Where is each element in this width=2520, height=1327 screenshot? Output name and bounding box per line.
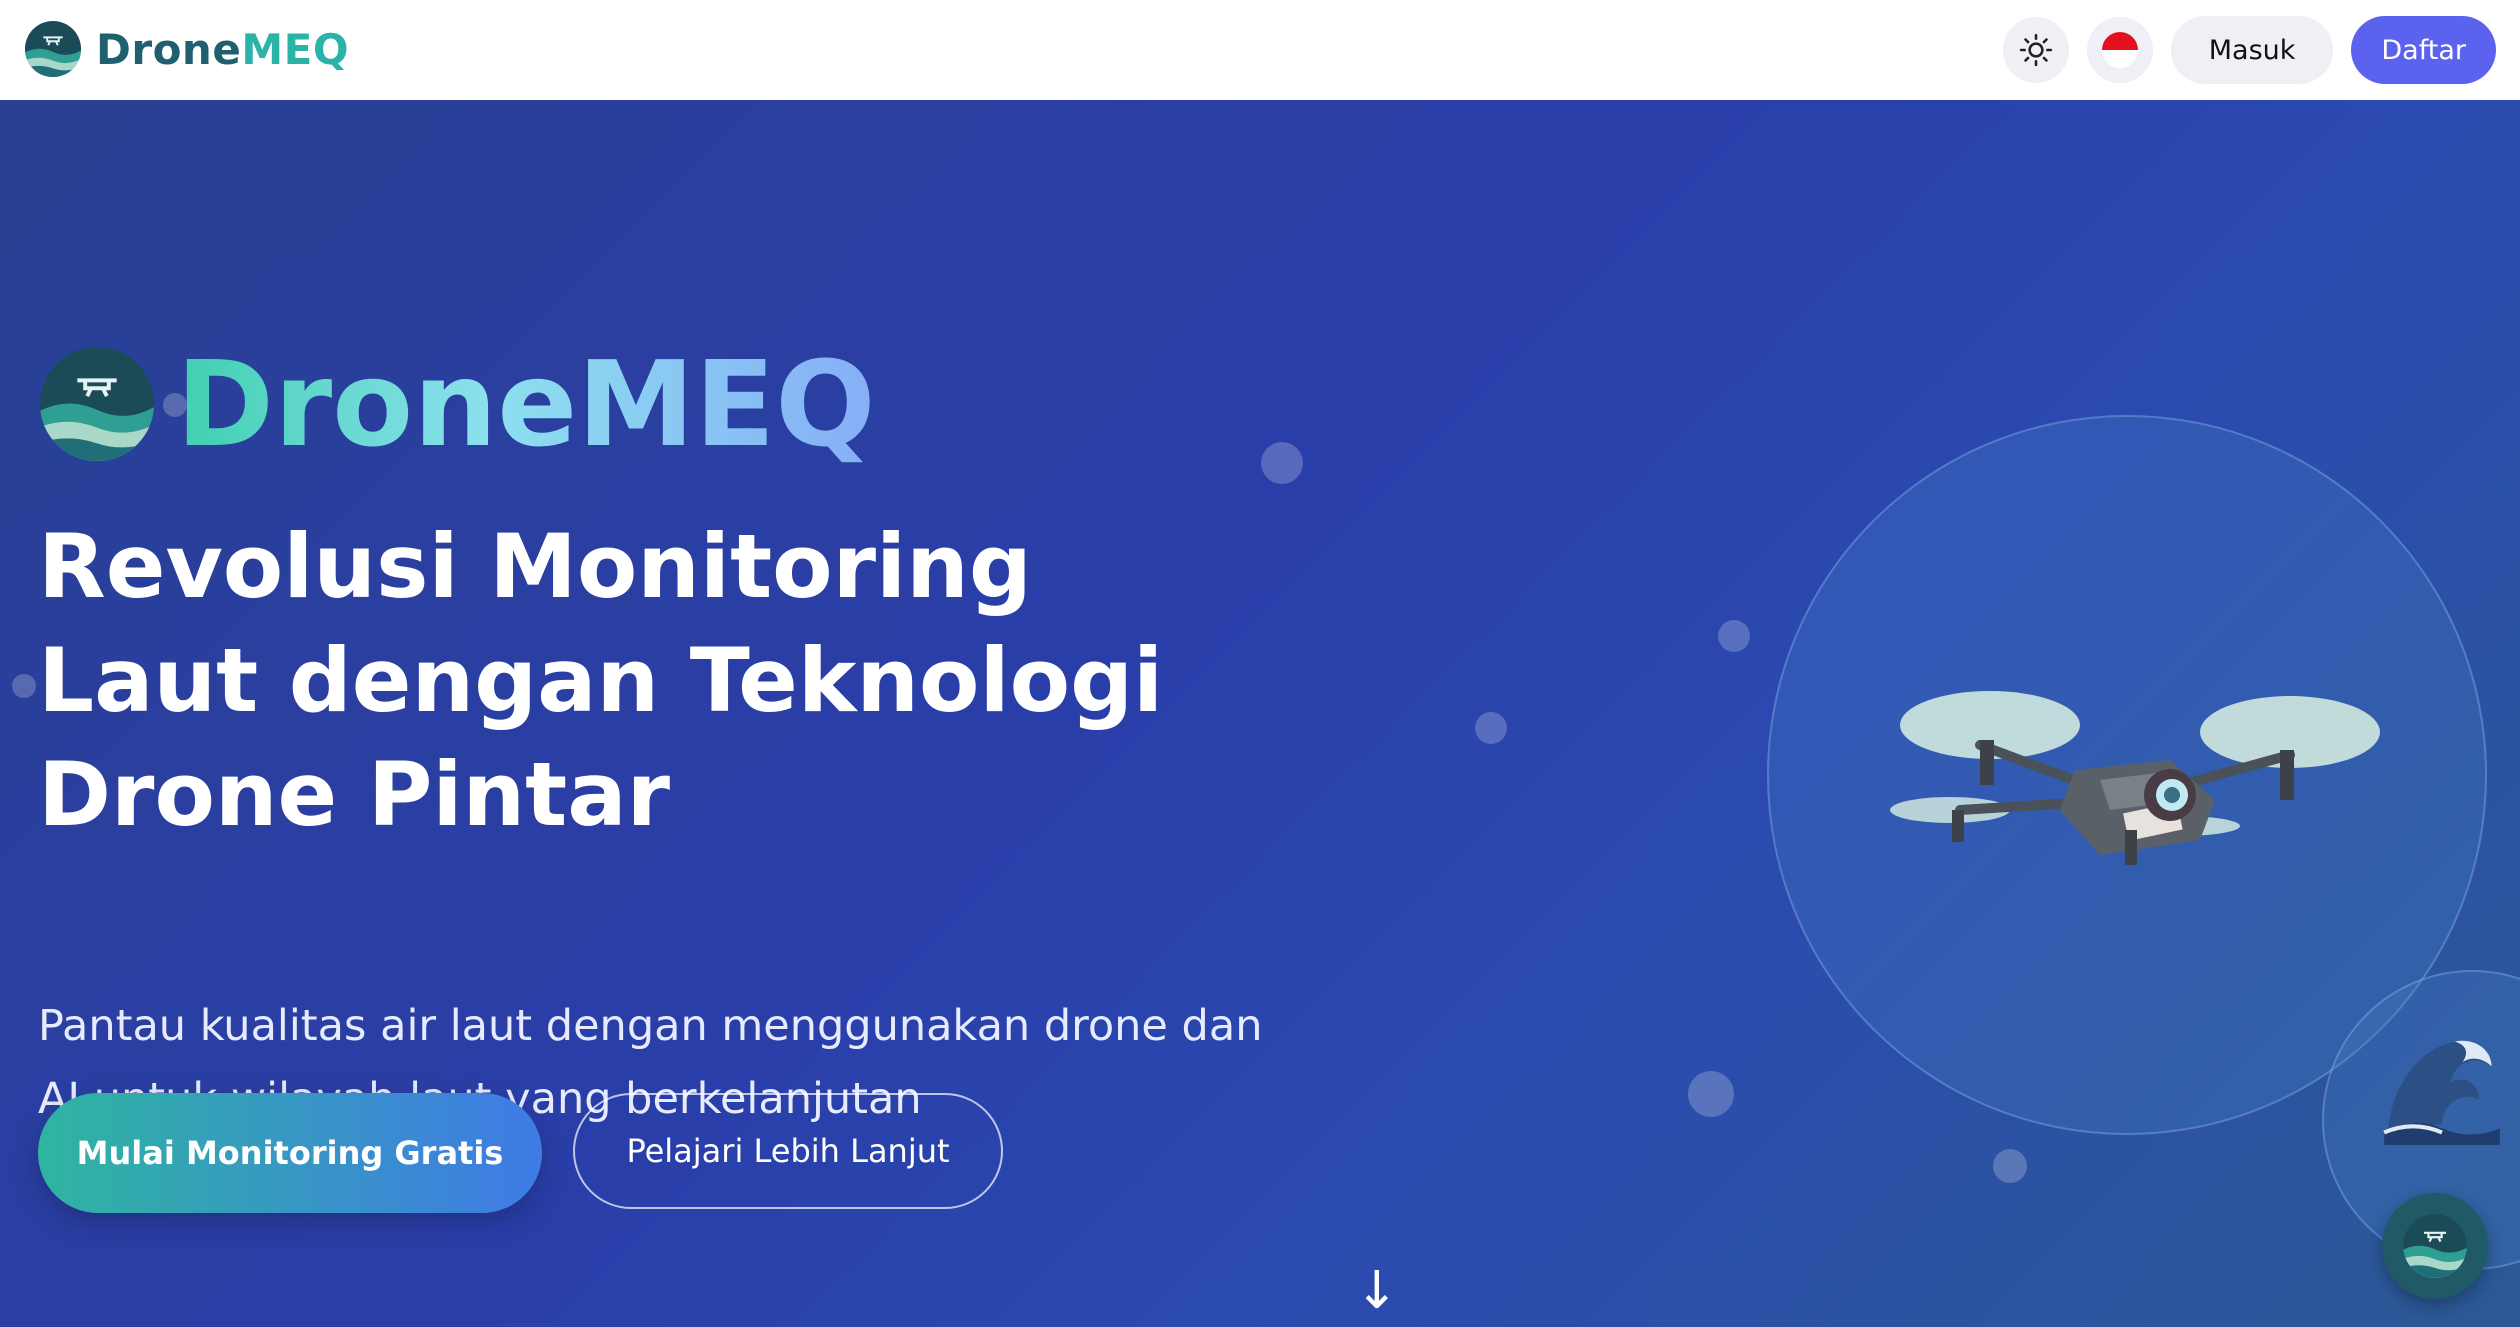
decorative-bubble <box>1718 620 1750 652</box>
scroll-down-arrow-icon[interactable]: ↓ <box>1355 1265 1399 1317</box>
login-button[interactable]: Masuk <box>2170 16 2334 84</box>
hero-headline: Revolusi Monitoring Laut dengan Teknolog… <box>38 515 1164 846</box>
learn-more-button[interactable]: Pelajari Lebih Lanjut <box>573 1093 1003 1209</box>
dronemeq-logo-icon <box>24 20 82 78</box>
floating-assistant-button[interactable] <box>2382 1193 2488 1299</box>
nav-actions: Masuk Daftar <box>2002 16 2496 84</box>
decorative-bubble <box>1261 442 1303 484</box>
nav-brand-drone: Drone <box>96 24 242 74</box>
indonesia-flag-icon <box>2101 32 2138 68</box>
nav-brand-meq: MEQ <box>241 24 350 74</box>
register-button[interactable]: Daftar <box>2351 16 2496 84</box>
sun-icon <box>2019 33 2052 67</box>
top-navbar: DroneMEQ Masuk Daftar <box>0 0 2520 100</box>
language-selector-button[interactable] <box>2086 17 2153 83</box>
drone-illustration <box>1890 691 2380 865</box>
great-wave-icon <box>2383 1040 2500 1145</box>
hero-section: DroneMEQ Revolusi Monitoring Laut dengan… <box>0 100 2520 1327</box>
decorative-bubble <box>12 674 36 698</box>
nav-brand-text: DroneMEQ <box>96 25 349 74</box>
start-monitoring-button[interactable]: Mulai Monitoring Gratis <box>38 1093 542 1213</box>
dronemeq-logo-icon <box>39 346 155 462</box>
decorative-bubble <box>1475 712 1507 744</box>
nav-logo-link[interactable]: DroneMEQ <box>24 20 349 78</box>
hero-logo: DroneMEQ <box>38 345 876 463</box>
decorative-bubble <box>1993 1149 2027 1183</box>
dronemeq-logo-icon <box>2403 1214 2467 1278</box>
decorative-bubble <box>1688 1071 1734 1117</box>
hero-brand-text: DroneMEQ <box>176 335 876 473</box>
theme-toggle-button[interactable] <box>2002 17 2069 83</box>
